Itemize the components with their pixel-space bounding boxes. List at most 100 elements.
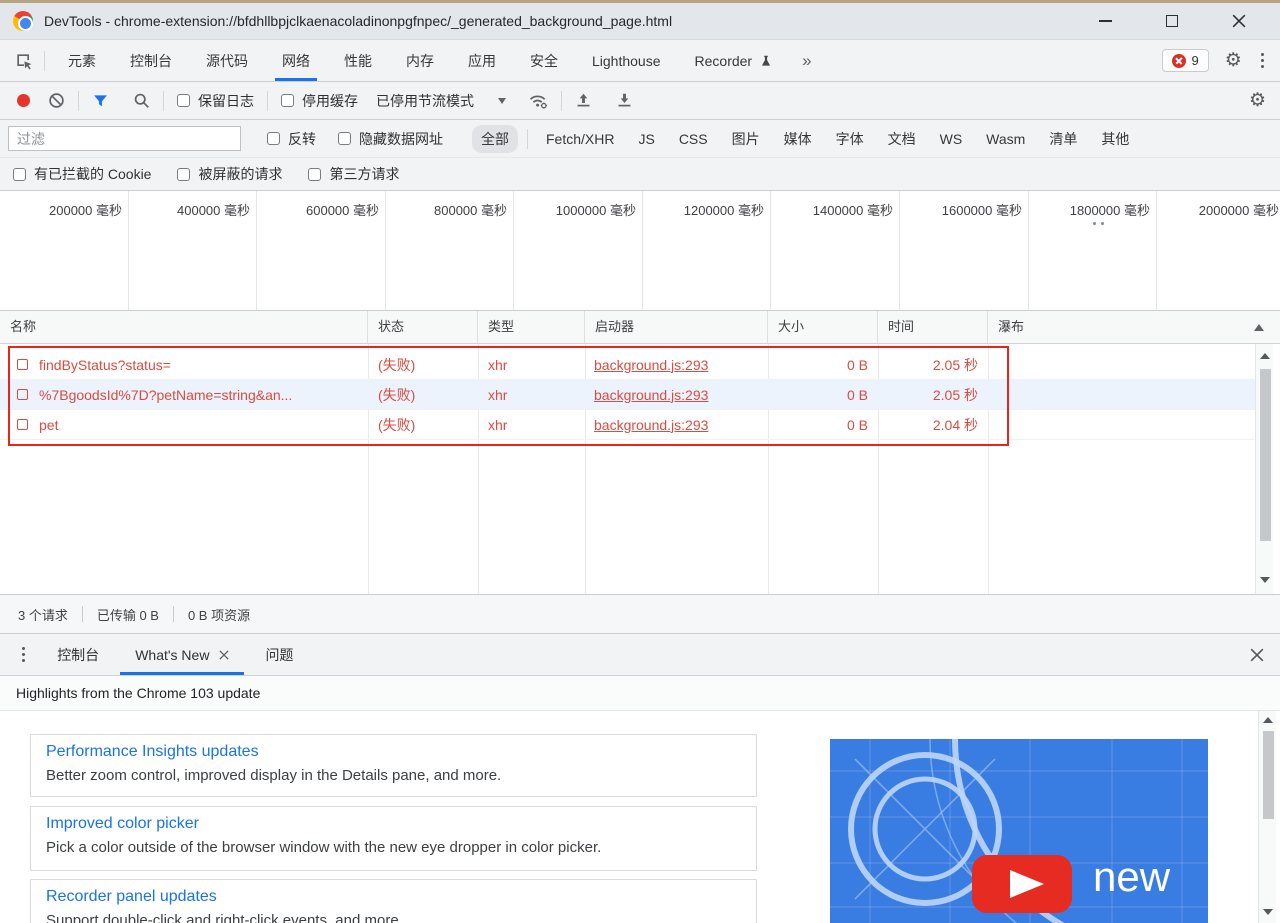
close-icon	[1232, 14, 1246, 28]
close-button[interactable]	[1224, 6, 1254, 36]
column-header-type[interactable]: 类型	[478, 311, 585, 343]
filter-toggle-button[interactable]	[92, 93, 109, 109]
video-thumbnail[interactable]: new 103	[830, 739, 1208, 923]
timeline-tick: 800000 毫秒	[434, 200, 507, 219]
network-settings-gear[interactable]: ⚙	[1249, 91, 1266, 110]
chip-ws[interactable]: WS	[931, 127, 972, 151]
whats-new-scrollbar[interactable]	[1258, 711, 1276, 923]
tab-elements[interactable]: 元素	[51, 40, 113, 81]
requests-table-body: findByStatus?status= (失败) xhr background…	[0, 344, 1280, 595]
column-header-time[interactable]: 时间	[878, 311, 988, 343]
tab-sources[interactable]: 源代码	[189, 40, 265, 81]
scrollbar-thumb	[1263, 731, 1274, 819]
close-drawer-button[interactable]	[1250, 648, 1264, 662]
tab-application[interactable]: 应用	[451, 40, 513, 81]
search-icon	[133, 92, 150, 109]
more-options-button[interactable]	[1257, 49, 1268, 72]
card-title-link[interactable]: Performance Insights updates	[46, 743, 741, 761]
maximize-button[interactable]	[1157, 6, 1187, 36]
checkbox-icon	[177, 94, 190, 107]
chip-manifest[interactable]: 清单	[1040, 125, 1086, 153]
chip-font[interactable]: 字体	[827, 125, 873, 153]
table-scrollbar[interactable]	[1255, 344, 1273, 595]
chip-js[interactable]: JS	[629, 127, 663, 151]
checkbox-icon	[13, 168, 26, 181]
error-count: 9	[1192, 53, 1199, 68]
network-filter-bar: 反转 隐藏数据网址 全部 Fetch/XHR JS CSS 图片 媒体 字体 文…	[0, 120, 1280, 158]
chip-media[interactable]: 媒体	[775, 125, 821, 153]
column-header-waterfall[interactable]: 瀑布	[988, 311, 1280, 343]
timeline-tick: 1400000 毫秒	[813, 200, 893, 219]
filter-input[interactable]	[8, 126, 241, 151]
tab-network[interactable]: 网络	[265, 40, 327, 81]
error-count-badge[interactable]: 9	[1162, 49, 1209, 72]
column-header-status[interactable]: 状态	[368, 311, 478, 343]
drawer-tab-bar: 控制台 What's New 问题	[0, 633, 1280, 675]
tab-console[interactable]: 控制台	[113, 40, 189, 81]
transferred-size: 已传输 0 B	[97, 605, 159, 624]
record-button[interactable]	[17, 94, 30, 107]
chip-wasm[interactable]: Wasm	[977, 127, 1034, 151]
network-summary-bar: 3 个请求 已传输 0 B 0 B 项资源	[0, 595, 1280, 633]
export-har-button[interactable]	[616, 92, 633, 109]
chip-css[interactable]: CSS	[670, 127, 717, 151]
card-description: Better zoom control, improved display in…	[46, 767, 741, 784]
download-icon	[616, 92, 633, 109]
flask-icon	[759, 54, 773, 68]
drawer-tab-whats-new[interactable]: What's New	[117, 634, 247, 675]
settings-gear-button[interactable]: ⚙	[1225, 51, 1242, 70]
disable-cache-checkbox[interactable]: 停用缓存	[281, 91, 358, 111]
scrollbar-thumb	[1260, 369, 1271, 541]
card-title-link[interactable]: Improved color picker	[46, 815, 741, 833]
checkbox-icon	[177, 168, 190, 181]
window-controls	[1090, 6, 1254, 36]
inspect-element-button[interactable]	[14, 51, 34, 71]
chip-other[interactable]: 其他	[1092, 125, 1138, 153]
throttling-select[interactable]: 已停用节流模式	[376, 91, 506, 111]
close-icon	[1250, 648, 1264, 662]
import-har-button[interactable]	[575, 92, 592, 109]
more-tabs-button[interactable]: »	[790, 51, 823, 71]
chip-fetch-xhr[interactable]: Fetch/XHR	[537, 127, 623, 151]
timeline-tick: 1000000 毫秒	[556, 200, 636, 219]
column-header-size[interactable]: 大小	[768, 311, 878, 343]
network-conditions-button[interactable]	[528, 92, 548, 110]
error-icon	[1172, 54, 1186, 68]
tab-lighthouse[interactable]: Lighthouse	[575, 40, 678, 81]
whats-new-card: Performance Insights updates Better zoom…	[30, 734, 757, 797]
column-header-name[interactable]: 名称	[0, 311, 368, 343]
third-party-checkbox[interactable]: 第三方请求	[308, 164, 399, 184]
timeline-tick: 400000 毫秒	[177, 200, 250, 219]
column-header-initiator[interactable]: 启动器	[585, 311, 768, 343]
chip-img[interactable]: 图片	[723, 125, 769, 153]
checkbox-icon	[308, 168, 321, 181]
divider	[527, 129, 528, 149]
close-tab-icon[interactable]	[219, 650, 229, 660]
chip-doc[interactable]: 文档	[879, 125, 925, 153]
scroll-up-icon	[1263, 717, 1273, 723]
preserve-log-checkbox[interactable]: 保留日志	[177, 91, 254, 111]
drawer-menu-button[interactable]	[18, 643, 29, 666]
invert-checkbox[interactable]: 反转	[267, 129, 316, 149]
clear-button[interactable]	[48, 92, 65, 109]
timeline-tick: 200000 毫秒	[49, 200, 122, 219]
drawer-tab-console[interactable]: 控制台	[39, 634, 117, 675]
tab-performance[interactable]: 性能	[327, 40, 389, 81]
title-bar: DevTools - chrome-extension://bfdhllbpjc…	[0, 3, 1280, 40]
blocked-cookies-checkbox[interactable]: 有已拦截的 Cookie	[13, 164, 151, 184]
sort-ascending-icon[interactable]	[1254, 324, 1264, 331]
tab-security[interactable]: 安全	[513, 40, 575, 81]
minimize-button[interactable]	[1090, 6, 1120, 36]
search-button[interactable]	[133, 92, 150, 109]
network-overview-timeline[interactable]: 200000 毫秒 400000 毫秒 600000 毫秒 800000 毫秒 …	[0, 191, 1280, 311]
tab-memory[interactable]: 内存	[389, 40, 451, 81]
blocked-requests-checkbox[interactable]: 被屏蔽的请求	[177, 164, 282, 184]
chip-all[interactable]: 全部	[472, 125, 518, 153]
drawer-tab-issues[interactable]: 问题	[247, 634, 311, 675]
chrome-icon	[13, 11, 33, 31]
divider	[163, 91, 164, 111]
card-title-link[interactable]: Recorder panel updates	[46, 888, 741, 906]
chevron-down-icon	[498, 98, 506, 104]
tab-recorder[interactable]: Recorder	[678, 40, 791, 81]
hide-data-urls-checkbox[interactable]: 隐藏数据网址	[338, 129, 443, 149]
